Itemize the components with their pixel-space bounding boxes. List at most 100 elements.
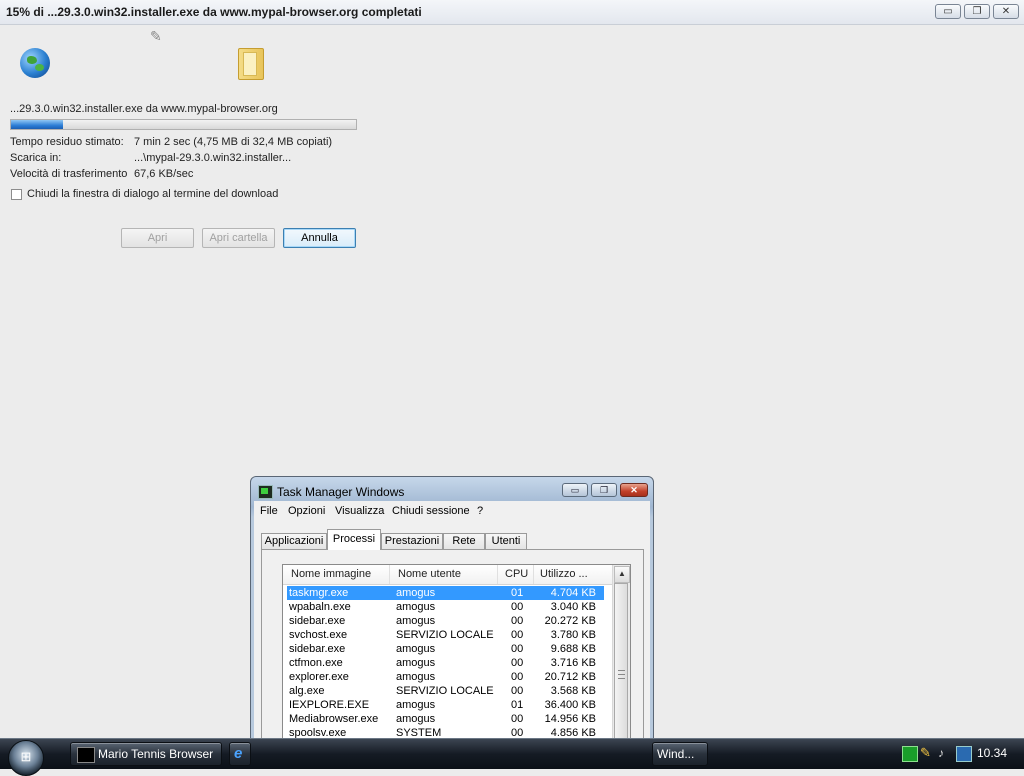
process-user: amogus xyxy=(396,713,436,725)
download-title-bar[interactable]: 15% di ...29.3.0.win32.installer.exe da … xyxy=(0,0,1024,25)
table-row[interactable]: svchost.exe SERVIZIO LOCALE 00 3.780 KB xyxy=(287,628,604,642)
download-file-name: ...29.3.0.win32.installer.exe da www.myp… xyxy=(10,103,278,115)
table-row[interactable]: wpabaln.exe amogus 00 3.040 KB xyxy=(287,600,604,614)
minimize-icon: ▭ xyxy=(943,6,953,17)
folder-icon xyxy=(238,48,264,80)
close-when-done-label[interactable]: Chiudi la finestra di dialogo al termine… xyxy=(27,188,278,200)
process-memory: 9.688 KB xyxy=(550,643,596,655)
process-user: amogus xyxy=(396,643,436,655)
download-to-label: Scarica in: xyxy=(10,152,62,164)
process-user: amogus xyxy=(396,657,436,669)
table-row[interactable]: alg.exe SERVIZIO LOCALE 00 3.568 KB xyxy=(287,684,604,698)
taskbar-button-label: Mario Tennis Browser xyxy=(98,747,214,761)
scroll-up-icon[interactable]: ▲ xyxy=(614,566,630,583)
process-memory: 3.780 KB xyxy=(550,629,596,641)
tab-network[interactable]: Rete xyxy=(443,533,485,549)
process-memory: 20.712 KB xyxy=(544,671,596,683)
process-memory: 36.400 KB xyxy=(544,699,596,711)
menu-logoff[interactable]: Chiudi sessione xyxy=(392,505,470,517)
volume-icon[interactable]: ♪ xyxy=(938,746,952,760)
close-when-done-checkbox[interactable] xyxy=(11,189,22,200)
clock[interactable]: 10.34 xyxy=(977,746,1007,760)
processes-panel: Nome immagine Nome utente CPU Utilizzo .… xyxy=(261,549,644,767)
process-cpu: 01 xyxy=(511,587,524,599)
cancel-button[interactable]: Annulla xyxy=(283,228,356,248)
maximize-icon: ❐ xyxy=(972,6,982,17)
table-row[interactable]: sidebar.exe amogus 00 20.272 KB xyxy=(287,614,604,628)
process-user: amogus xyxy=(396,671,436,683)
tab-applications[interactable]: Applicazioni xyxy=(261,533,327,549)
process-cpu: 00 xyxy=(511,615,524,627)
task-manager-window[interactable]: Task Manager Windows ▭ ❐ ✕ File Opzioni … xyxy=(250,476,654,768)
process-cpu: 00 xyxy=(511,685,524,697)
close-button[interactable]: ✕ xyxy=(993,4,1019,19)
process-cpu: 00 xyxy=(511,713,524,725)
task-manager-icon xyxy=(258,485,273,499)
process-user: SERVIZIO LOCALE xyxy=(396,629,494,641)
column-cpu[interactable]: CPU xyxy=(505,568,528,580)
globe-icon xyxy=(20,48,50,78)
menu-view[interactable]: Visualizza xyxy=(335,505,384,517)
scroll-thumb[interactable] xyxy=(614,583,628,763)
internet-explorer-icon: e xyxy=(234,745,243,762)
minimize-button[interactable]: ▭ xyxy=(935,4,961,19)
tab-strip: Applicazioni Processi Prestazioni Rete U… xyxy=(261,529,641,550)
process-cpu: 01 xyxy=(511,699,524,711)
menu-options[interactable]: Opzioni xyxy=(288,505,325,517)
process-user: amogus xyxy=(396,699,436,711)
process-name: IEXPLORE.EXE xyxy=(289,699,370,711)
mario-tennis-icon xyxy=(77,747,95,763)
tab-performance[interactable]: Prestazioni xyxy=(381,533,443,549)
process-name: alg.exe xyxy=(289,685,325,697)
open-folder-button[interactable]: Apri cartella xyxy=(202,228,275,248)
menu-file[interactable]: File xyxy=(260,505,278,517)
transfer-rate-label: Velocità di trasferimento xyxy=(10,168,128,180)
download-to-value: ...\mypal-29.3.0.win32.installer... xyxy=(134,152,292,164)
start-button[interactable]: ⊞ xyxy=(8,740,44,776)
process-memory: 20.272 KB xyxy=(544,615,596,627)
transfer-rate-value: 67,6 KB/sec xyxy=(134,168,194,180)
time-remaining-row: Tempo residuo stimato: 7 min 2 sec (4,75 … xyxy=(10,136,332,148)
table-row[interactable]: explorer.exe amogus 00 20.712 KB xyxy=(287,670,604,684)
process-user: amogus xyxy=(396,601,436,613)
process-cpu: 00 xyxy=(511,643,524,655)
table-row[interactable]: sidebar.exe amogus 00 9.688 KB xyxy=(287,642,604,656)
feather-icon: ✎ xyxy=(150,28,162,44)
open-button[interactable]: Apri xyxy=(121,228,194,248)
tm-maximize-button[interactable]: ❐ xyxy=(591,483,617,497)
menu-bar: File Opzioni Visualizza Chiudi sessione … xyxy=(254,501,650,521)
process-cpu: 00 xyxy=(511,629,524,641)
column-image-name[interactable]: Nome immagine xyxy=(291,568,371,580)
network-icon[interactable] xyxy=(902,746,918,762)
windows-logo-icon: ⊞ xyxy=(20,749,32,764)
tab-users[interactable]: Utenti xyxy=(485,533,527,549)
battery-icon[interactable] xyxy=(956,746,972,762)
process-user: amogus xyxy=(396,587,436,599)
process-name: ctfmon.exe xyxy=(289,657,343,669)
process-cpu: 00 xyxy=(511,657,524,669)
taskbar-button-label: Wind... xyxy=(657,747,695,761)
process-name: sidebar.exe xyxy=(289,643,346,655)
process-list-header: Nome immagine Nome utente CPU Utilizzo .… xyxy=(283,565,614,585)
tm-minimize-button[interactable]: ▭ xyxy=(562,483,588,497)
process-name: sidebar.exe xyxy=(289,615,346,627)
menu-help[interactable]: ? xyxy=(477,505,483,517)
column-user-name[interactable]: Nome utente xyxy=(398,568,461,580)
taskbar-button-mario-tennis[interactable]: Mario Tennis Browser xyxy=(70,742,222,766)
table-row[interactable]: taskmgr.exe amogus 01 4.704 KB xyxy=(287,586,604,600)
tm-close-button[interactable]: ✕ xyxy=(620,483,648,497)
tab-processes[interactable]: Processi xyxy=(327,529,381,550)
security-icon[interactable]: ✎ xyxy=(920,746,934,760)
process-memory: 4.704 KB xyxy=(550,587,596,599)
taskbar-button-ie[interactable]: e xyxy=(229,742,251,766)
progress-fill xyxy=(11,120,63,129)
taskbar-button-windows[interactable]: Wind... xyxy=(652,742,708,766)
taskbar: ⊞ Mario Tennis Browser e Wind... ✎ ♪ 10.… xyxy=(0,738,1024,776)
close-icon: ✕ xyxy=(1001,6,1011,17)
task-manager-client: File Opzioni Visualizza Chiudi sessione … xyxy=(254,501,650,767)
column-memory[interactable]: Utilizzo ... xyxy=(540,568,588,580)
table-row[interactable]: IEXPLORE.EXE amogus 01 36.400 KB xyxy=(287,698,604,712)
table-row[interactable]: ctfmon.exe amogus 00 3.716 KB xyxy=(287,656,604,670)
maximize-button[interactable]: ❐ xyxy=(964,4,990,19)
table-row[interactable]: Mediabrowser.exe amogus 00 14.956 KB xyxy=(287,712,604,726)
